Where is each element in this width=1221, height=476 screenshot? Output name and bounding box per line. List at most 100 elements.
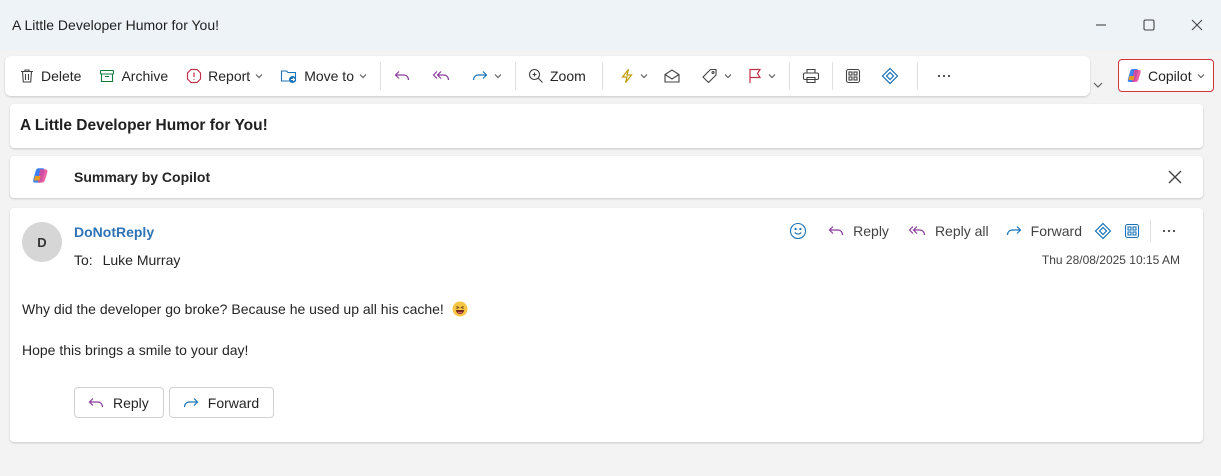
body-text: Why did the developer go broke? Because …	[22, 301, 444, 317]
reply-bottom-button[interactable]: Reply	[74, 387, 164, 418]
chevron-down-icon[interactable]	[358, 71, 368, 81]
apps-grid-icon	[1124, 223, 1140, 239]
reaction-button[interactable]	[783, 218, 813, 244]
mark-read-button[interactable]	[657, 60, 687, 92]
more-icon	[937, 74, 950, 78]
printer-icon	[802, 68, 819, 84]
apps-button[interactable]	[839, 60, 867, 92]
copilot-icon	[1127, 68, 1141, 82]
toolbar-divider	[380, 62, 381, 90]
copilot-icon	[30, 166, 50, 189]
message-body-line: Why did the developer go broke? Because …	[22, 301, 468, 320]
forward-label: Forward	[1030, 223, 1082, 239]
message-toolbar: Delete Archive Report Move to Zoom	[5, 56, 1090, 96]
tag-icon	[702, 68, 717, 84]
archive-icon	[100, 69, 115, 83]
forward-toolbar-button[interactable]	[465, 60, 509, 92]
move-to-button[interactable]: Move to	[274, 60, 374, 92]
move-to-label: Move to	[304, 68, 354, 84]
reply-label: Reply	[853, 223, 889, 239]
message-card: D DoNotReply To: Luke Murray Thu 28/08/2…	[10, 208, 1203, 442]
copilot-label: Copilot	[1148, 67, 1192, 84]
reply-icon	[394, 71, 410, 81]
chevron-down-icon[interactable]	[639, 71, 649, 81]
reply-all-button[interactable]: Reply all	[901, 218, 995, 244]
reply-all-icon	[908, 226, 926, 236]
close-summary-button[interactable]	[1167, 169, 1183, 188]
chevron-down-icon[interactable]	[493, 71, 503, 81]
copilot-button[interactable]: Copilot	[1118, 59, 1214, 92]
loop-icon	[881, 67, 899, 85]
loop-button[interactable]	[875, 60, 905, 92]
sender-name[interactable]: DoNotReply	[74, 224, 154, 240]
lightning-icon	[621, 69, 633, 83]
message-actions: Reply Reply all Forward	[783, 218, 1183, 244]
delete-label: Delete	[41, 68, 82, 84]
report-label: Report	[208, 68, 251, 84]
message-body-line: Hope this brings a smile to your day!	[22, 342, 249, 358]
quick-reply-buttons: Reply Forward	[74, 387, 275, 418]
reply-icon	[828, 226, 844, 236]
more-options-button[interactable]	[1155, 218, 1183, 244]
chevron-down-icon	[1196, 68, 1206, 84]
reply-all-label: Reply all	[934, 223, 989, 239]
loop-icon	[1094, 222, 1112, 240]
maximize-icon	[1143, 19, 1155, 31]
reply-all-toolbar-button[interactable]	[425, 60, 457, 92]
close-icon	[1191, 19, 1203, 31]
minimize-icon	[1096, 24, 1106, 26]
chevron-down-icon	[1093, 82, 1103, 88]
chevron-down-icon[interactable]	[723, 71, 733, 81]
categorize-button[interactable]	[695, 60, 739, 92]
reply-all-icon	[432, 71, 450, 81]
report-button[interactable]: Report	[180, 60, 270, 92]
envelope-open-icon	[664, 69, 680, 83]
more-options-button[interactable]	[930, 60, 958, 92]
reply-button[interactable]: Reply	[821, 218, 895, 244]
reply-bottom-label: Reply	[113, 394, 149, 411]
print-button[interactable]	[796, 60, 826, 92]
laughing-face-icon	[452, 301, 468, 320]
copilot-summary-card[interactable]: Summary by Copilot	[10, 156, 1203, 198]
flag-button[interactable]	[741, 60, 783, 92]
recipient-name[interactable]: Luke Murray	[103, 252, 181, 268]
avatar[interactable]: D	[22, 222, 62, 262]
forward-icon	[472, 71, 488, 81]
reply-icon	[88, 397, 104, 407]
quick-steps-button[interactable]	[613, 60, 655, 92]
chevron-down-icon[interactable]	[254, 71, 264, 81]
window-title: A Little Developer Humor for You!	[12, 17, 220, 33]
more-icon	[1162, 229, 1176, 233]
ribbon-expand-button[interactable]	[1091, 78, 1105, 95]
shield-alert-icon	[187, 68, 202, 84]
forward-button[interactable]: Forward	[999, 218, 1088, 244]
close-button[interactable]	[1173, 0, 1221, 50]
minimize-button[interactable]	[1077, 0, 1125, 50]
zoom-button[interactable]: Zoom	[522, 60, 592, 92]
message-date: Thu 28/08/2025 10:15 AM	[1041, 253, 1180, 267]
recipient-line: To: Luke Murray	[74, 252, 180, 268]
reply-toolbar-button[interactable]	[387, 60, 417, 92]
subject-card: A Little Developer Humor for You!	[10, 104, 1203, 148]
to-prefix: To:	[74, 252, 93, 268]
toolbar-divider	[831, 62, 833, 90]
smiley-icon	[790, 222, 807, 240]
folder-move-icon	[281, 70, 297, 83]
toolbar-divider	[916, 62, 918, 90]
chevron-down-icon[interactable]	[767, 71, 777, 81]
forward-bottom-label: Forward	[207, 394, 260, 411]
zoom-label: Zoom	[550, 68, 586, 84]
flag-icon	[749, 68, 761, 83]
delete-button[interactable]: Delete	[13, 60, 87, 92]
forward-bottom-button[interactable]: Forward	[168, 387, 275, 418]
maximize-button[interactable]	[1125, 0, 1173, 50]
loop-button[interactable]	[1088, 218, 1118, 244]
archive-button[interactable]: Archive	[93, 60, 174, 92]
apps-grid-icon	[845, 68, 860, 84]
apps-button[interactable]	[1118, 218, 1146, 244]
trash-icon	[21, 69, 33, 83]
close-icon	[1168, 170, 1182, 184]
forward-icon	[183, 397, 199, 407]
zoom-icon	[528, 68, 543, 83]
summary-label: Summary by Copilot	[74, 169, 211, 185]
